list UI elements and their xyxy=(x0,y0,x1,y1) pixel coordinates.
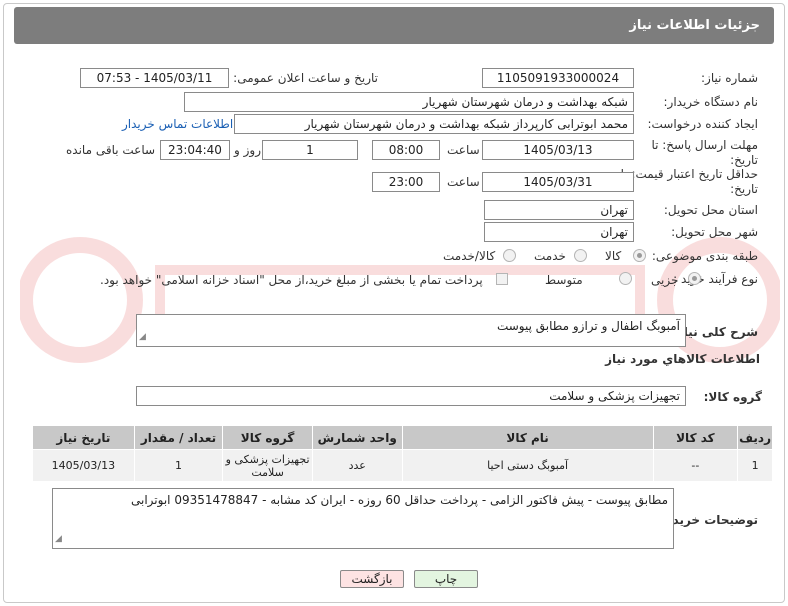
price-validity-time: 23:00 xyxy=(372,172,440,192)
col-row: ردیف xyxy=(737,425,773,450)
cell-row: 1 xyxy=(737,449,773,482)
price-validity-label: حداقل تاریخ اعتبار قیمت: تا تاریخ: xyxy=(620,167,758,196)
remaining-time: 23:04:40 xyxy=(160,140,230,160)
category-option-service: خدمت xyxy=(534,249,566,263)
resize-grip-icon[interactable]: ◢ xyxy=(139,329,146,345)
process-radio-minor[interactable] xyxy=(688,272,701,285)
description-text: آمبوبگ اطفال و ترازو مطابق پیوست xyxy=(496,319,680,333)
process-option-medium: متوسط xyxy=(545,273,583,287)
resize-grip-icon[interactable]: ◢ xyxy=(55,531,62,547)
col-group: گروه کالا xyxy=(222,425,313,450)
category-radio-service[interactable] xyxy=(574,249,587,262)
reply-deadline-time-label: ساعت xyxy=(447,143,480,157)
col-date: تاریخ نیاز xyxy=(32,425,135,450)
buyer-notes-field: مطابق پیوست - پیش فاکتور الزامی - پرداخت… xyxy=(52,488,674,549)
cell-group: تجهیزات پزشکی و سلامت xyxy=(222,449,313,482)
delivery-city-field: تهران xyxy=(484,222,634,242)
reply-deadline-date: 1405/03/13 xyxy=(482,140,634,160)
price-validity-time-label: ساعت xyxy=(447,175,480,189)
buyer-notes-text: مطابق پیوست - پیش فاکتور الزامی - پرداخت… xyxy=(131,493,668,507)
cell-unit: عدد xyxy=(311,449,403,482)
col-unit: واحد شمارش xyxy=(311,425,403,450)
panel-title: جزئیات اطلاعات نیاز xyxy=(629,18,760,33)
goods-section-title: اطلاعات کالاهاي مورد نياز xyxy=(605,352,760,366)
need-number-label: شماره نیاز: xyxy=(701,71,758,85)
col-code: کد کالا xyxy=(652,425,739,450)
delivery-province-field: تهران xyxy=(484,200,634,220)
process-radio-medium[interactable] xyxy=(619,272,632,285)
panel-header: جزئیات اطلاعات نیاز xyxy=(14,7,774,44)
process-option-minor: جزیی xyxy=(651,273,679,287)
category-radio-goods-service[interactable] xyxy=(503,249,516,262)
announce-datetime-label: تاریخ و ساعت اعلان عمومی: xyxy=(233,71,378,85)
reply-deadline-label: مهلت ارسال پاسخ: تا تاریخ: xyxy=(651,138,758,167)
requester-label: ایجاد کننده درخواست: xyxy=(647,117,758,131)
back-button[interactable]: بازگشت xyxy=(340,570,404,588)
cell-date: 1405/03/13 xyxy=(32,449,135,482)
treasury-payment-note: پرداخت تمام یا بخشی از مبلغ خرید،از محل … xyxy=(100,273,483,287)
price-validity-date: 1405/03/31 xyxy=(482,172,634,192)
cell-name: آمبوبگ دستی احیا xyxy=(401,449,654,482)
buyer-contact-link[interactable]: اطلاعات تماس خریدار xyxy=(122,117,233,131)
category-option-goods-service: کالا/خدمت xyxy=(443,249,496,263)
cell-code: -- xyxy=(652,449,739,482)
category-radio-goods[interactable] xyxy=(633,249,646,262)
goods-table-header: ردیف کد کالا نام کالا واحد شمارش گروه کا… xyxy=(32,425,773,450)
requester-field: محمد ابوترابی کارپرداز شبکه بهداشت و درم… xyxy=(234,114,634,134)
need-number-field: 1105091933000024 xyxy=(482,68,634,88)
goods-group-label: گروه کالا: xyxy=(703,390,762,404)
goods-table: ردیف کد کالا نام کالا واحد شمارش گروه کا… xyxy=(32,425,773,482)
category-label: طبقه بندی موضوعی: xyxy=(651,249,758,263)
treasury-payment-checkbox[interactable] xyxy=(496,273,508,285)
buyer-org-field: شبکه بهداشت و درمان شهرستان شهریار xyxy=(184,92,634,112)
table-row: 1 -- آمبوبگ دستی احیا عدد تجهیزات پزشکی … xyxy=(32,449,773,482)
remaining-label: ساعت باقی مانده xyxy=(66,143,156,157)
reply-deadline-time: 08:00 xyxy=(372,140,440,160)
description-field: آمبوبگ اطفال و ترازو مطابق پیوست ◢ xyxy=(136,314,686,347)
delivery-city-label: شهر محل تحویل: xyxy=(671,225,758,239)
days-label: روز و xyxy=(234,143,261,157)
purchase-process-label: نوع فرآیند خرید : xyxy=(673,272,758,286)
col-name: نام کالا xyxy=(401,425,654,450)
delivery-province-label: استان محل تحویل: xyxy=(663,203,758,217)
buyer-org-label: نام دستگاه خریدار: xyxy=(663,95,759,109)
announce-datetime-field: 1405/03/11 - 07:53 xyxy=(80,68,229,88)
goods-group-field: تجهیزات پزشکی و سلامت xyxy=(136,386,686,406)
category-option-goods: کالا xyxy=(605,249,622,263)
cell-qty: 1 xyxy=(133,449,224,482)
print-button[interactable]: چاپ xyxy=(414,570,478,588)
remaining-days: 1 xyxy=(262,140,358,160)
col-qty: تعداد / مقدار xyxy=(133,425,224,450)
